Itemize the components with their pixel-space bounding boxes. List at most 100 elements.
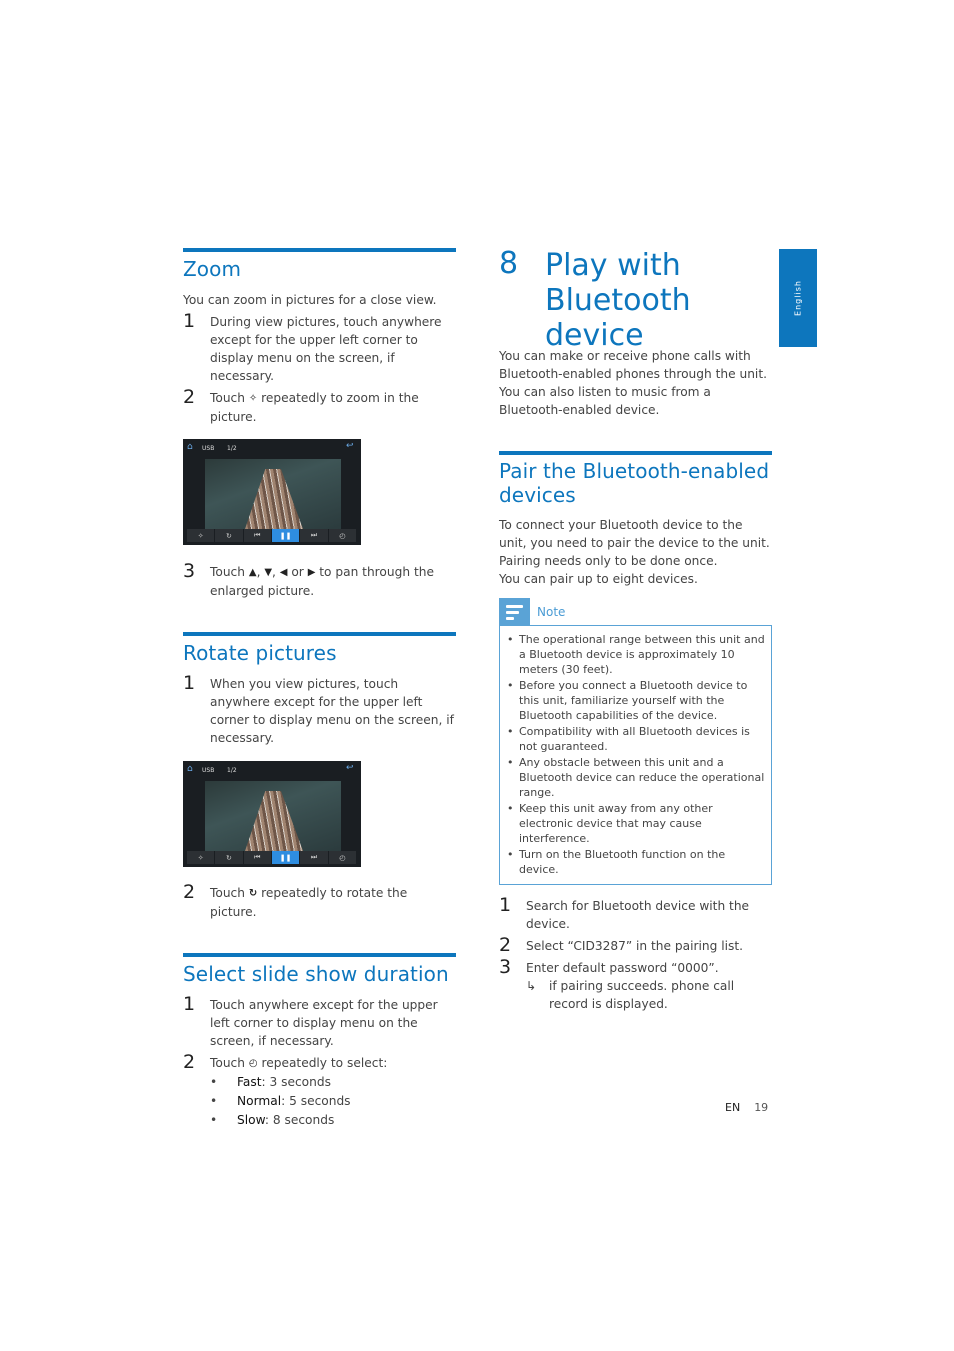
slideshow-step-1: 1 Touch anywhere except for the upper le…	[183, 993, 456, 1050]
step-number: 2	[499, 934, 512, 956]
zoom-step-3: 3 Touch ▲, ▼, ◀ or ▶ to pan through the …	[183, 560, 434, 598]
note-icon	[499, 598, 530, 626]
rotate-heading: Rotate pictures	[183, 641, 337, 665]
zoom-section: Zoom You can zoom in pictures for a clos…	[183, 248, 456, 600]
pair-step-2: 2 Select “CID3287” in the pairing list.	[499, 934, 772, 956]
page-footer: EN 19	[725, 1101, 768, 1114]
step-number: 3	[183, 560, 196, 582]
note-item: Compatibility with all Bluetooth devices…	[506, 724, 765, 754]
zoom-icon: ✧	[187, 851, 215, 864]
step-number: 3	[499, 956, 512, 978]
pair-intro-2: You can pair up to eight devices.	[499, 572, 698, 586]
step-text: Touch	[210, 1056, 245, 1070]
step-text: When you view pictures, touch anywhere e…	[210, 677, 454, 745]
step-number: 2	[183, 881, 196, 903]
step-text: Search for Bluetooth device with the dev…	[526, 899, 750, 931]
rotate-section: Rotate pictures 1 When you view pictures…	[183, 632, 456, 921]
note-label: Note	[537, 605, 566, 619]
screen-image-zoom: ⌂ USB 1/2 ↩ ✧ ↻ ⏮ ❚❚ ⏭ ◴	[183, 439, 361, 545]
left-column: Zoom You can zoom in pictures for a clos…	[183, 248, 456, 1130]
language-tab-label: English	[793, 280, 803, 316]
step-number: 1	[183, 672, 196, 694]
step-text: Touch anywhere except for the upper left…	[210, 998, 438, 1048]
step-number: 2	[183, 386, 196, 408]
step-text: Touch	[210, 391, 245, 405]
rotate-icon: ↻	[215, 529, 243, 542]
rotate-step-1: 1 When you view pictures, touch anywhere…	[183, 672, 456, 747]
section-rule	[183, 953, 456, 957]
pair-section: Pair the Bluetooth-enabled devices To co…	[499, 451, 772, 1013]
rotate-step-2: 2 Touch ↻ repeatedly to rotate the pictu…	[183, 881, 456, 921]
screen-controls: ✧ ↻ ⏮ ❚❚ ⏭ ◴	[187, 851, 357, 864]
next-icon: ⏭	[300, 851, 328, 864]
home-icon: ⌂	[187, 764, 193, 774]
right-arrow-icon: ▶	[307, 567, 316, 578]
back-icon: ↩	[346, 763, 354, 773]
page-number: 19	[754, 1101, 769, 1114]
pair-intro: To connect your Bluetooth device to the …	[499, 518, 770, 568]
zoom-intro: You can zoom in pictures for a close vie…	[183, 293, 437, 307]
pause-icon: ❚❚	[271, 851, 300, 864]
step-number: 1	[183, 310, 196, 332]
step-number: 2	[183, 1051, 196, 1073]
note-box: Note The operational range between this …	[499, 598, 772, 885]
section-rule	[183, 248, 456, 252]
zoom-heading: Zoom	[183, 257, 242, 281]
chapter-title: Play with Bluetooth device	[545, 248, 691, 353]
source-label: USB	[202, 445, 215, 452]
pair-heading: Pair the Bluetooth-enabled devices	[499, 459, 770, 507]
footer-language: EN	[725, 1101, 741, 1114]
previous-icon: ⏮	[243, 851, 271, 864]
home-icon: ⌂	[187, 442, 193, 452]
rotate-icon: ↻	[248, 888, 258, 899]
next-icon: ⏭	[300, 529, 328, 542]
chapter-heading: 8 Play with Bluetooth device	[499, 246, 772, 354]
note-content: The operational range between this unit …	[499, 626, 772, 885]
timer-icon: ◴	[328, 529, 356, 542]
option-fast: Fast: 3 seconds	[210, 1073, 456, 1092]
screen-top-bar: ⌂ USB 1/2 ↩	[183, 439, 361, 457]
note-item: Before you connect a Bluetooth device to…	[506, 678, 765, 723]
pause-icon: ❚❚	[271, 529, 300, 542]
option-normal: Normal: 5 seconds	[210, 1092, 456, 1111]
zoom-icon: ✧	[248, 393, 258, 404]
pair-result: ↳ if pairing succeeds. phone call record…	[499, 977, 772, 1013]
screen-top-bar: ⌂ USB 1/2 ↩	[183, 761, 361, 779]
slideshow-step-2: 2 Touch ◴ repeatedly to select:	[183, 1051, 456, 1073]
step-text: Touch	[210, 565, 245, 579]
note-item: Turn on the Bluetooth function on the de…	[506, 847, 765, 877]
left-arrow-icon: ◀	[279, 567, 288, 578]
photo	[205, 781, 341, 851]
down-arrow-icon: ▼	[264, 567, 273, 578]
result-text: if pairing succeeds. phone call record i…	[549, 979, 735, 1011]
step-text: Touch	[210, 886, 245, 900]
right-column: 8 Play with Bluetooth device You can mak…	[499, 248, 772, 1013]
counter-label: 1/2	[227, 445, 237, 452]
slideshow-heading: Select slide show duration	[183, 962, 449, 986]
chapter-number: 8	[499, 246, 519, 281]
counter-label: 1/2	[227, 767, 237, 774]
pair-step-3: 3 Enter default password “0000”.	[499, 956, 772, 978]
pair-step-1: 1 Search for Bluetooth device with the d…	[499, 894, 772, 933]
rotate-icon: ↻	[215, 851, 243, 864]
step-text: Enter default password “0000”.	[526, 961, 719, 975]
slideshow-section: Select slide show duration 1 Touch anywh…	[183, 953, 456, 1130]
timer-icon: ◴	[248, 1058, 258, 1069]
screen-controls: ✧ ↻ ⏮ ❚❚ ⏭ ◴	[187, 529, 357, 542]
photo	[205, 459, 341, 529]
screen-image-rotate: ⌂ USB 1/2 ↩ ✧ ↻ ⏮ ❚❚ ⏭ ◴	[183, 761, 361, 867]
note-item: Any obstacle between this unit and a Blu…	[506, 755, 765, 800]
option-slow: Slow: 8 seconds	[210, 1111, 456, 1130]
zoom-step-1: 1 During view pictures, touch anywhere e…	[183, 310, 456, 385]
section-rule	[499, 451, 772, 455]
back-icon: ↩	[346, 441, 354, 451]
step-number: 1	[499, 894, 512, 916]
note-header: Note	[499, 598, 772, 626]
chapter-intro: You can make or receive phone calls with…	[499, 349, 767, 417]
step-number: 1	[183, 993, 196, 1015]
duration-options: Fast: 3 seconds Normal: 5 seconds Slow: …	[210, 1073, 456, 1130]
zoom-icon: ✧	[187, 529, 215, 542]
previous-icon: ⏮	[243, 529, 271, 542]
zoom-step-2: 2 Touch ✧ repeatedly to zoom in the pict…	[183, 386, 456, 426]
step-text: During view pictures, touch anywhere exc…	[210, 315, 442, 383]
